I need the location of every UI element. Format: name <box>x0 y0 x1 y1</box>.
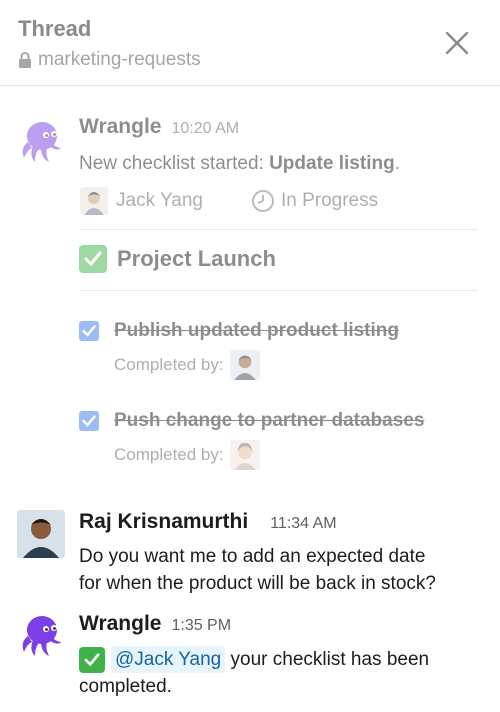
wrangle-octopus-avatar <box>22 122 61 162</box>
message-text: @Jack Yang your checklist has been compl… <box>79 646 429 700</box>
check-mark-icon <box>79 646 105 673</box>
checklist-meta: Jack Yang In Progress <box>80 187 378 215</box>
checklist-title: Project Launch <box>117 246 276 271</box>
thread-header: Thread marketing-requests <box>0 0 500 86</box>
checklist-item: Push change to partner databases <box>79 410 424 432</box>
message-text-suffix: . <box>394 153 400 174</box>
message-text-line: Do you want me to add an expected date <box>79 546 426 567</box>
user-mention[interactable]: @Jack Yang <box>111 646 226 673</box>
divider-top <box>79 229 478 230</box>
woman-avatar <box>229 440 260 470</box>
lock-icon <box>19 52 31 68</box>
checkbox-checked[interactable] <box>79 321 99 341</box>
message-time[interactable]: 1:35 PM <box>171 617 231 635</box>
jack-yang-avatar <box>80 187 108 215</box>
message-text-line: for when the product will be back in sto… <box>79 573 436 594</box>
message-text: Do you want me to add an expected date f… <box>79 543 436 597</box>
completed-by-row: Completed by: <box>114 440 260 470</box>
raj-avatar <box>229 350 260 380</box>
raj-avatar[interactable] <box>17 510 65 558</box>
channel-link[interactable]: marketing-requests <box>18 49 201 71</box>
check-mark-icon <box>79 245 107 273</box>
channel-name: marketing-requests <box>38 49 201 70</box>
checklist-item-label: Push change to partner databases <box>114 410 425 431</box>
message-time[interactable]: 10:20 AM <box>171 120 239 138</box>
completed-by-row: Completed by: <box>114 350 260 380</box>
divider-bottom <box>79 290 478 291</box>
message: Wrangle 1:35 PM @Jack Yang your checklis… <box>0 608 500 708</box>
checkbox-checked[interactable] <box>79 411 99 431</box>
parent-message: Wrangle 10:20 AM New checklist started: … <box>0 110 500 480</box>
checklist-item: Publish updated product listing <box>79 320 399 342</box>
message-text-bold: Update listing <box>269 153 395 174</box>
message-author[interactable]: Wrangle <box>79 612 161 636</box>
wrangle-octopus-avatar[interactable] <box>16 612 64 660</box>
message-text-after-mention: your checklist has been <box>225 649 430 670</box>
header-title: Thread <box>18 16 92 41</box>
message-text: New checklist started: Update listing. <box>79 150 400 177</box>
completed-by-label: Completed by: <box>114 355 224 374</box>
status-text: In Progress <box>280 190 379 211</box>
assignee-name[interactable]: Jack Yang <box>116 190 203 212</box>
completed-by-label: Completed by: <box>114 445 224 464</box>
checklist-title-row: Project Launch <box>79 245 276 273</box>
message: Raj Krisnamurthi 11:34 AM Do you want me… <box>0 506 500 596</box>
message-time[interactable]: 11:34 AM <box>270 515 336 533</box>
message-author[interactable]: Raj Krisnamurthi <box>79 510 248 534</box>
message-author[interactable]: Wrangle <box>79 115 161 139</box>
message-text-line: completed. <box>79 676 172 697</box>
message-text-prefix: New checklist started: <box>79 153 270 174</box>
clock-icon <box>251 190 274 212</box>
checklist-item-label: Publish updated product listing <box>114 320 399 341</box>
close-icon[interactable] <box>444 30 470 56</box>
